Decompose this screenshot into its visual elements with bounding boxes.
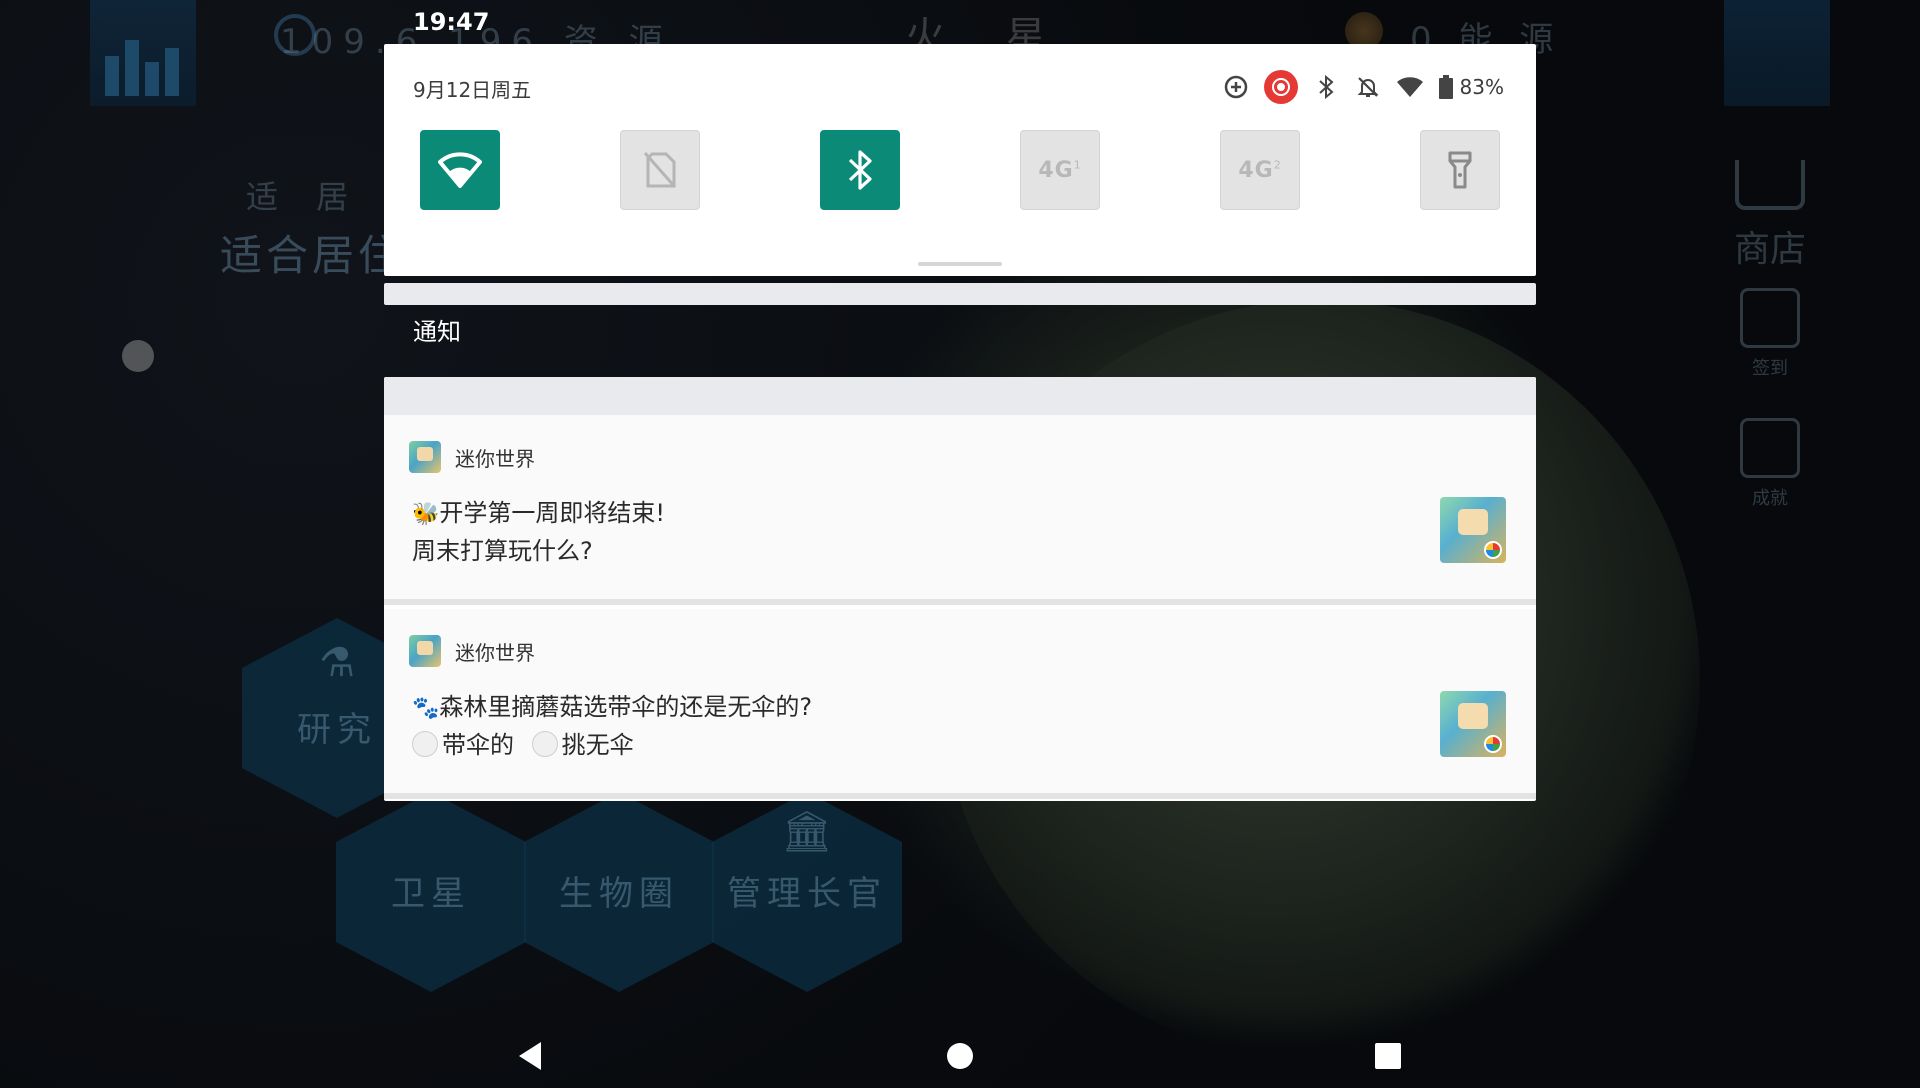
wifi-icon [438,152,482,188]
home-icon [947,1043,973,1069]
status-bar-time: 19:47 [413,8,490,36]
checkin-label: 签到 [1752,358,1788,379]
bluetooth-icon [848,150,872,190]
trophy-icon [1740,418,1800,478]
bee-emoji-icon: 🐝 [412,502,440,527]
recents-button[interactable] [1358,1032,1418,1080]
notification-app-row: 迷你世界 [409,441,535,473]
shade-divider [384,283,1536,305]
4g-sim2-icon: 4G2 [1238,158,1281,183]
notification-card[interactable]: 迷你世界 🐾森林里摘蘑菇选带伞的还是无伞的? 带伞的 挑无伞 [384,609,1536,799]
calendar-icon [1740,288,1800,348]
4g-sim1-icon: 4G1 [1038,158,1081,183]
qs-status-icons: 83% [1222,70,1504,104]
notification-line-1: 森林里摘蘑菇选带伞的还是无伞的? [439,693,813,721]
app-name: 迷你世界 [455,640,535,665]
option-1: 带伞的 [442,731,514,759]
flashlight-icon [1448,151,1472,189]
4g-sim1-label: 4G [1038,157,1074,183]
home-button[interactable] [930,1032,990,1080]
4g-sim1-sup: 1 [1073,158,1082,172]
bluetooth-icon [1312,73,1340,101]
option-circle-icon [531,731,558,757]
building-icon: 🏛 [781,809,833,855]
notification-stack-top [384,377,1536,415]
data-saver-icon [1222,73,1250,101]
option-2: 挑无伞 [561,731,634,759]
paw-emoji-icon: 🐾 [412,696,440,721]
notification-stack: 迷你世界 🐝开学第一周即将结束! 周末打算玩什么? 迷你世界 🐾森林里摘蘑菇选带… [384,377,1536,801]
4g-sim2-label: 4G [1238,157,1274,183]
menu-button-bg [1724,0,1830,106]
back-button[interactable] [500,1032,560,1080]
shop-button: 商店 [1720,160,1820,272]
screen-record-icon [1263,70,1298,104]
option-circle-icon [412,731,438,757]
governor-label: 管理长官 [727,874,887,914]
indicator-dot [122,340,154,372]
notification-app-row: 迷你世界 [409,635,535,667]
cart-icon [1735,160,1805,210]
notifications-header: 通知 [413,318,461,346]
notification-line-2: 周末打算玩什么? [412,537,593,565]
bluetooth-tile[interactable] [820,130,900,210]
stats-icon [105,40,179,96]
4g-sim2-tile[interactable]: 4G2 [1220,130,1300,210]
wifi-icon [1396,73,1424,101]
notification-thumbnail [1440,691,1506,757]
notification-body: 🐾森林里摘蘑菇选带伞的还是无伞的? 带伞的 挑无伞 [412,689,812,763]
no-sim-tile[interactable] [620,130,700,210]
qs-drag-handle[interactable] [918,262,1002,266]
flashlight-tile[interactable] [1420,130,1500,210]
battery-percent: 83% [1459,75,1504,99]
navigation-bar [0,1012,1920,1088]
app-icon [409,441,441,473]
notification-thumbnail [1440,497,1506,563]
app-icon [409,635,441,667]
4g-sim1-tile[interactable]: 4G1 [1020,130,1100,210]
satellite-label: 卫星 [391,874,471,914]
do-not-disturb-icon [1354,73,1382,101]
notification-line: 🐾森林里摘蘑菇选带伞的还是无伞的? [412,689,812,727]
habitability-value: 适合居住 [220,231,405,280]
notification-line: 🐝开学第一周即将结束! [412,495,665,533]
shop-label: 商店 [1733,229,1806,270]
4g-sim2-sup: 2 [1273,158,1282,172]
quick-settings-panel: 9月12日周五 83% 4G1 4G2 [384,44,1536,276]
checkin-button: 签到 [1720,288,1820,380]
recents-icon [1375,1043,1401,1069]
achievement-label: 成就 [1752,488,1788,509]
notification-card[interactable]: 迷你世界 🐝开学第一周即将结束! 周末打算玩什么? [384,415,1536,605]
back-icon [519,1042,541,1070]
no-sim-icon [643,152,677,188]
qs-date[interactable]: 9月12日周五 [413,74,531,103]
app-name: 迷你世界 [455,446,535,471]
qs-tiles: 4G1 4G2 [420,130,1500,210]
notification-body: 🐝开学第一周即将结束! 周末打算玩什么? [412,495,665,569]
battery-icon [1438,73,1454,101]
notification-options: 带伞的 挑无伞 [412,727,812,763]
notification-line-1: 开学第一周即将结束! [439,499,666,527]
wifi-tile[interactable] [420,130,500,210]
biosphere-label: 生物圈 [559,874,679,914]
achievement-button: 成就 [1720,418,1820,510]
